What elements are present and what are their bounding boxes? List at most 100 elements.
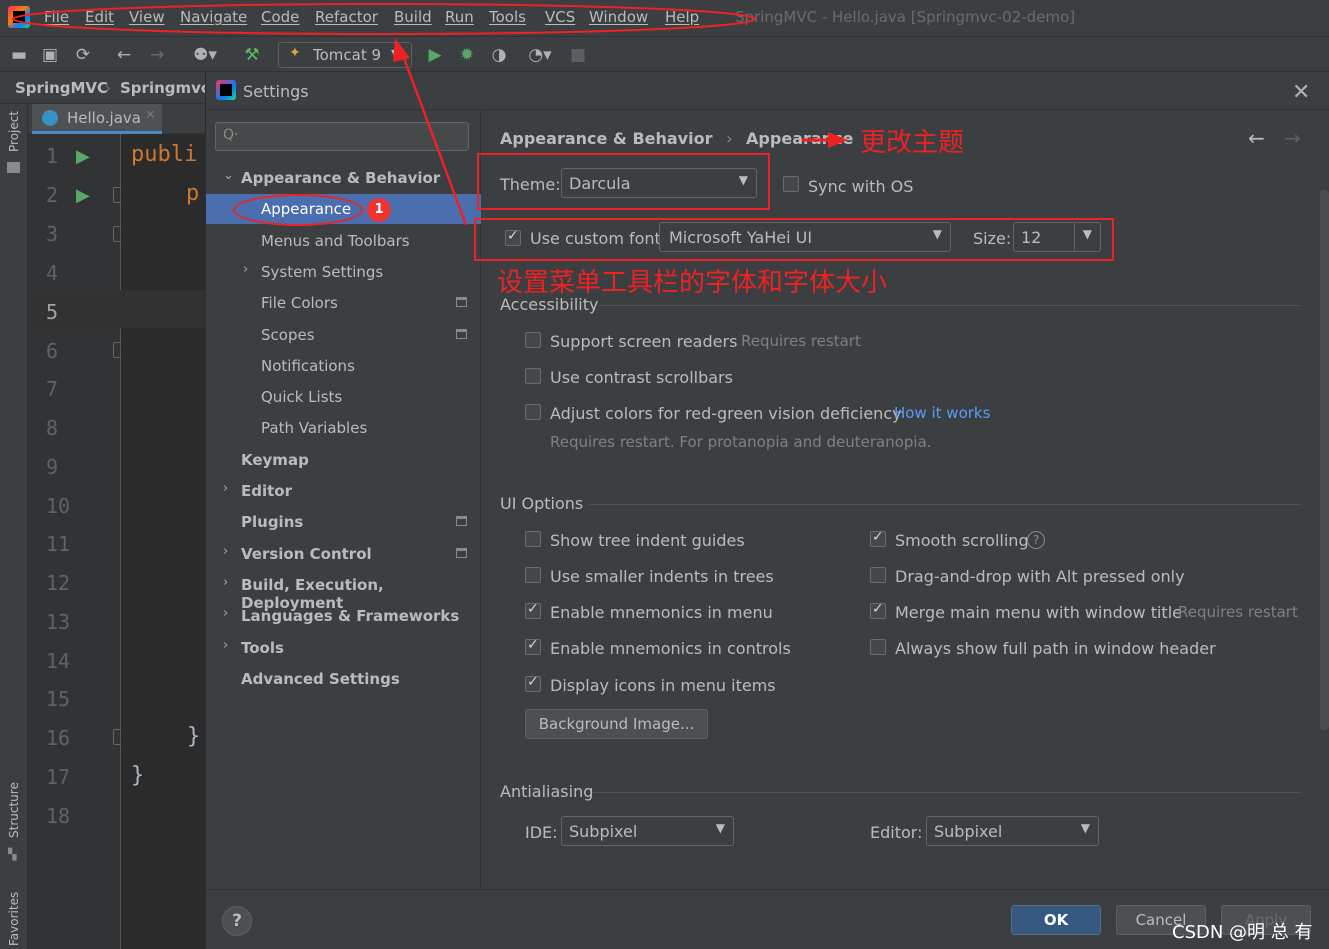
display-icons-checkbox[interactable] (525, 674, 541, 692)
chevron-right-icon[interactable]: › (223, 481, 228, 496)
chevron-right-icon[interactable]: › (243, 262, 248, 277)
ide-antialiasing-select[interactable]: Subpixel ▼ (561, 816, 734, 846)
settings-breadcrumb: Appearance & Behavior › Appearance (500, 129, 853, 148)
nav-item-keymap[interactable]: Keymap (206, 445, 481, 475)
run-icon[interactable]: ▶ (425, 45, 445, 65)
section-divider (598, 305, 1301, 306)
csdn-watermark: CSDN @明 总 有 (1172, 922, 1313, 943)
nav-item-label: Scopes (261, 326, 315, 344)
drag-drop-checkbox[interactable] (870, 567, 886, 583)
menu-edit[interactable]: Edit (85, 8, 114, 26)
nav-item-appearance-behavior[interactable]: ⌄ Appearance & Behavior (206, 163, 481, 193)
help-circle-icon[interactable]: ? (1027, 531, 1045, 549)
background-image-button[interactable]: Background Image... (525, 709, 708, 739)
smaller-indents-checkbox[interactable] (525, 567, 541, 583)
merge-menu-note: Requires restart (1178, 603, 1298, 621)
debug-icon[interactable]: ✹ (457, 45, 477, 65)
menu-code[interactable]: Code (261, 8, 299, 26)
chevron-right-icon[interactable]: › (223, 544, 228, 559)
menu-vcs[interactable]: VCS (545, 8, 575, 26)
menu-refactor[interactable]: Refactor (315, 8, 378, 26)
menu-navigate[interactable]: Navigate (180, 8, 247, 26)
screen-readers-checkbox[interactable] (525, 332, 541, 348)
nav-item-tools[interactable]: › Tools (206, 633, 481, 663)
how-it-works-link[interactable]: How it works (894, 404, 990, 422)
run-gutter-icon[interactable]: ▶ (76, 146, 90, 167)
chevron-right-icon[interactable]: › (223, 638, 228, 653)
chevron-down-icon[interactable]: ⌄ (223, 168, 234, 183)
mnemonics-controls-checkbox[interactable] (525, 637, 541, 655)
nav-item-quick-lists[interactable]: Quick Lists (206, 382, 481, 412)
menu-help[interactable]: Help (665, 8, 699, 26)
open-folder-icon[interactable]: ▬ (9, 45, 29, 65)
breadcrumb-module[interactable]: Springmvc- (120, 79, 216, 97)
sync-os-checkbox[interactable] (783, 176, 799, 192)
breadcrumb-appearance-behavior[interactable]: Appearance & Behavior (500, 129, 712, 148)
user-icon[interactable]: ⚉▾ (190, 45, 220, 65)
full-path-checkbox[interactable] (870, 639, 886, 655)
editor-antialiasing-select[interactable]: Subpixel ▼ (926, 816, 1099, 846)
red-green-label: Adjust colors for red-green vision defic… (550, 404, 902, 423)
nav-item-path-variables[interactable]: Path Variables (206, 413, 481, 443)
editor-tab-label: Hello.java (67, 109, 141, 127)
menu-tools[interactable]: Tools (489, 8, 526, 26)
menu-view[interactable]: View (129, 8, 165, 26)
stop-icon[interactable]: ■ (568, 45, 588, 65)
close-icon[interactable]: ✕ (1292, 80, 1310, 105)
smooth-scrolling-checkbox[interactable] (870, 529, 886, 547)
nav-item-label: Keymap (241, 451, 309, 469)
back-arrow-icon[interactable]: ← (114, 45, 134, 65)
sync-icon[interactable]: ⟳ (73, 45, 93, 65)
mnemonics-menu-checkbox[interactable] (525, 601, 541, 619)
sync-os-label: Sync with OS (808, 177, 914, 196)
line-number: 13 (46, 610, 71, 634)
help-button[interactable]: ? (222, 906, 252, 936)
nav-item-plugins[interactable]: Plugins (206, 507, 481, 537)
back-arrow-icon[interactable]: ← (1248, 126, 1265, 150)
run-gutter-icon[interactable]: ▶ (76, 185, 90, 206)
project-tool-button[interactable]: Project (7, 111, 21, 152)
content-scrollbar[interactable] (1320, 190, 1329, 730)
structure-tool-button[interactable]: Structure (7, 782, 21, 838)
settings-search-input[interactable]: Q· (215, 122, 469, 151)
coverage-icon[interactable]: ◑ (489, 45, 509, 65)
nav-item-label: Path Variables (261, 419, 368, 437)
nav-item-advanced-settings[interactable]: Advanced Settings (206, 664, 481, 694)
breadcrumb-project[interactable]: SpringMVC (15, 79, 108, 97)
editor-tab-hello-java[interactable]: Hello.java ✕ (32, 104, 162, 134)
merge-menu-checkbox[interactable] (870, 601, 886, 619)
chevron-right-icon[interactable]: › (223, 606, 228, 621)
menu-build[interactable]: Build (394, 8, 432, 26)
nav-item-scopes[interactable]: Scopes (206, 320, 481, 350)
ok-button[interactable]: OK (1011, 905, 1101, 935)
save-icon[interactable]: ▣ (40, 45, 60, 65)
contrast-scrollbars-checkbox[interactable] (525, 368, 541, 384)
nav-item-menus-and-toolbars[interactable]: Menus and Toolbars (206, 226, 481, 256)
screen-readers-label: Support screen readers (550, 332, 738, 351)
nav-item-editor[interactable]: › Editor (206, 476, 481, 506)
close-tab-icon[interactable]: ✕ (145, 108, 156, 123)
nav-item-languages-frameworks[interactable]: › Languages & Frameworks (206, 601, 481, 631)
run-configuration-select[interactable]: ✦ Tomcat 9 ▼ (278, 42, 412, 68)
profile-icon[interactable]: ◔▾ (520, 45, 560, 65)
appearance-highlight-ellipse (233, 194, 363, 226)
nav-item-build-execution-deployment[interactable]: › Build, Execution, Deployment (206, 570, 481, 612)
main-toolbar: ▬ ▣ ⟳ ← → ⚉▾ ⚒ ✦ Tomcat 9 ▼ ▶ ✹ ◑ ◔▾ ■ (0, 36, 1329, 72)
tree-indent-checkbox[interactable] (525, 531, 541, 547)
step-badge: 1 (367, 198, 391, 222)
favorites-tool-button[interactable]: Favorites (7, 892, 21, 946)
contrast-scrollbars-label: Use contrast scrollbars (550, 368, 733, 387)
nav-item-notifications[interactable]: Notifications (206, 351, 481, 381)
forward-arrow-icon[interactable]: → (147, 45, 167, 65)
nav-item-system-settings[interactable]: › System Settings (206, 257, 481, 287)
forward-arrow-icon[interactable]: → (1284, 126, 1301, 150)
menu-window[interactable]: Window (589, 8, 648, 26)
red-green-checkbox[interactable] (525, 404, 541, 420)
menu-run[interactable]: Run (445, 8, 474, 26)
menu-file[interactable]: File (44, 8, 69, 26)
code-editor[interactable]: publi p } } (121, 134, 205, 949)
nav-item-file-colors[interactable]: File Colors (206, 288, 481, 318)
build-hammer-icon[interactable]: ⚒ (242, 45, 262, 65)
chevron-right-icon[interactable]: › (223, 575, 228, 590)
nav-item-version-control[interactable]: › Version Control (206, 539, 481, 569)
